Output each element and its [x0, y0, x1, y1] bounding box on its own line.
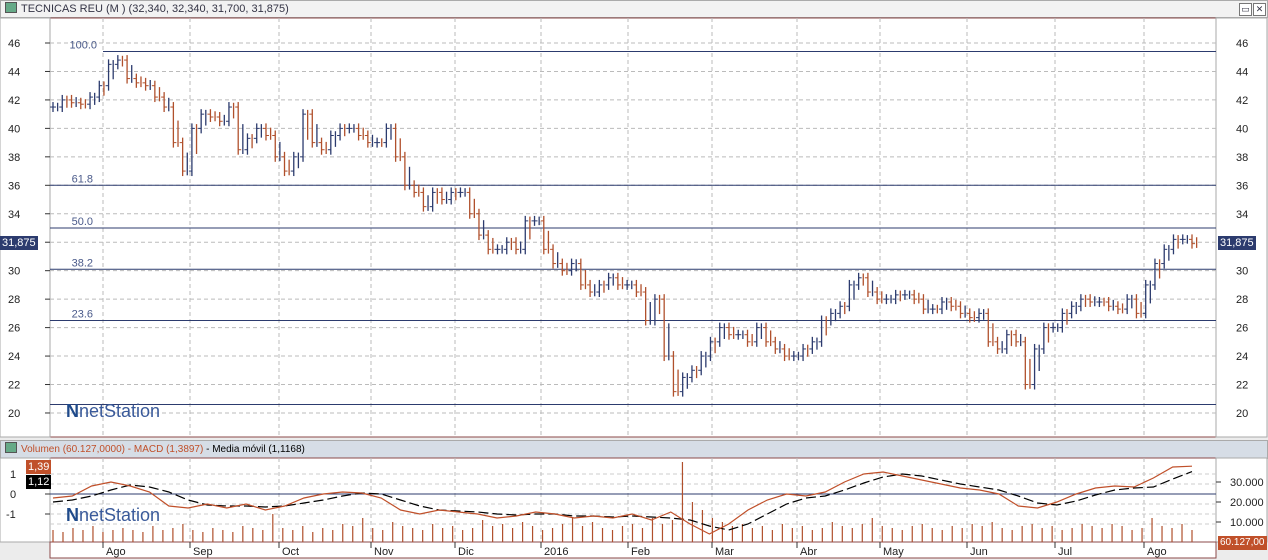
- last-price-tag-left: 31,875: [0, 236, 38, 250]
- date-tick-label: May: [883, 546, 904, 558]
- date-tick-label: Jun: [970, 546, 988, 558]
- price-tick-label-left: 20: [8, 408, 20, 420]
- price-tick-label-right: 20: [1236, 408, 1248, 420]
- macd-tick-label: -1: [6, 509, 16, 521]
- price-tick-label-right: 26: [1236, 323, 1248, 335]
- price-tick-label-right: 38: [1236, 152, 1248, 164]
- price-tick-label-right: 24: [1236, 351, 1248, 363]
- price-tick-label-right: 46: [1236, 38, 1248, 50]
- price-tick-label-left: 26: [8, 323, 20, 335]
- price-tick-label-left: 46: [8, 38, 20, 50]
- left-price-axis: [0, 17, 51, 438]
- macd-value-tag: 1,39: [26, 460, 52, 474]
- fibonacci-label: 38.2: [72, 257, 93, 269]
- price-tick-label-left: 42: [8, 95, 20, 107]
- fibonacci-label: 23.6: [72, 308, 93, 320]
- watermark-logo-main: NnetStation: [66, 401, 161, 421]
- last-price-tag-right: 31,875: [1218, 236, 1256, 250]
- price-tick-label-left: 34: [8, 209, 20, 221]
- price-tick-label-right: 30: [1236, 266, 1248, 278]
- price-tick-label-right: 44: [1236, 66, 1248, 78]
- price-tick-label-left: 40: [8, 123, 20, 135]
- price-tick-label-right: 42: [1236, 95, 1248, 107]
- price-tick-label-right: 36: [1236, 180, 1248, 192]
- fibonacci-label: 61.8: [72, 173, 93, 185]
- price-tick-label-left: 22: [8, 380, 20, 392]
- macd-tick-label: 0: [10, 489, 16, 501]
- volume-tick-label: 20.000: [1230, 497, 1264, 509]
- price-tick-label-right: 34: [1236, 209, 1248, 221]
- date-tick-label: Jul: [1058, 546, 1072, 558]
- price-tick-label-left: 30: [8, 266, 20, 278]
- price-tick-label-left: 44: [8, 66, 20, 78]
- date-tick-label: Feb: [631, 546, 650, 558]
- volume-tick-label: 30.000: [1230, 477, 1264, 489]
- date-tick-label: Nov: [374, 546, 394, 558]
- macd-tick-label: 1: [10, 469, 16, 481]
- price-tick-label-left: 28: [8, 294, 20, 306]
- date-tick-label: Oct: [282, 546, 299, 558]
- right-price-axis: [1215, 17, 1268, 438]
- date-tick-label: Mar: [715, 546, 734, 558]
- price-chart: Ago Sep Oct Nov Dic 2016 Feb Mar Abr May Jun Jul Ago…: [0, 17, 1268, 559]
- signal-value-tag: 1,12: [26, 475, 52, 489]
- date-tick-label: Sep: [193, 546, 213, 558]
- date-tick-label: Dic: [458, 546, 474, 558]
- volume-tick-label: 10.000: [1230, 517, 1264, 529]
- price-tick-label-right: 40: [1236, 123, 1248, 135]
- fibonacci-label: 100.0: [69, 40, 97, 52]
- volume-value-tag: 60.127,00: [1218, 536, 1267, 550]
- date-tick-label: Ago: [106, 546, 126, 558]
- date-tick-label: 2016: [544, 546, 568, 558]
- price-tick-label-left: 24: [8, 351, 20, 363]
- date-tick-label: Ago: [1147, 546, 1167, 558]
- price-tick-label-left: 38: [8, 152, 20, 164]
- price-tick-label-right: 28: [1236, 294, 1248, 306]
- price-tick-label-right: 22: [1236, 380, 1248, 392]
- date-tick-label: Abr: [800, 546, 817, 558]
- watermark-logo-lower: NnetStation: [66, 505, 161, 525]
- price-tick-label-left: 36: [8, 180, 20, 192]
- fibonacci-label: 50.0: [72, 216, 93, 228]
